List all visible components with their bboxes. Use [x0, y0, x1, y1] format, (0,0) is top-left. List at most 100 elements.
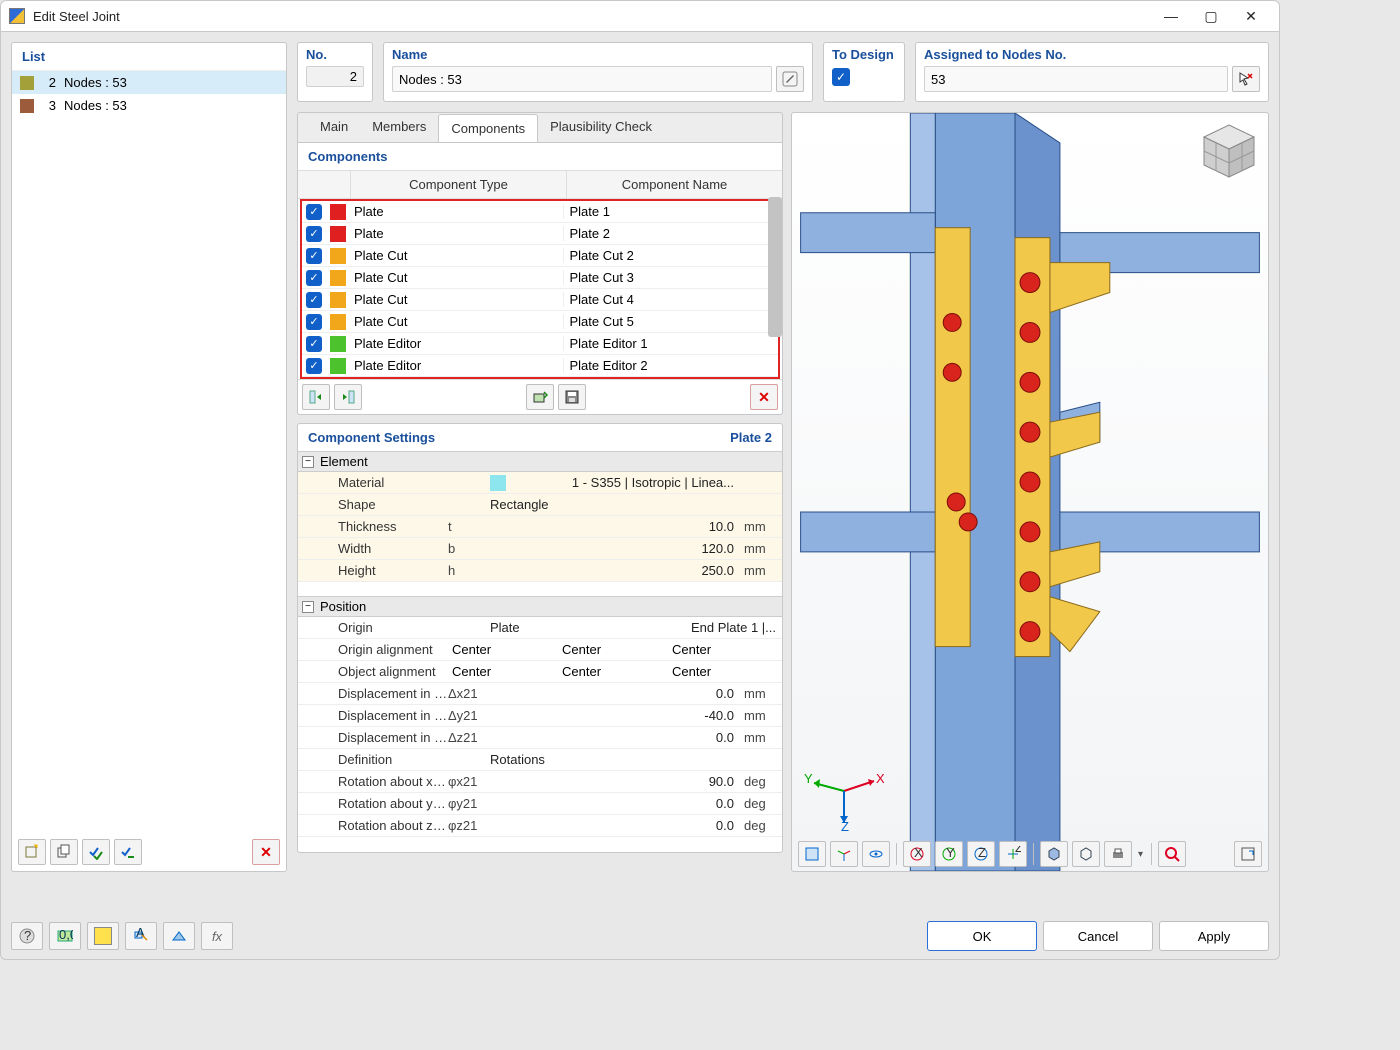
svg-text:?: ?	[24, 928, 31, 943]
prop-origin[interactable]: OriginPlateEnd Plate 1 |...	[298, 617, 782, 639]
list-item[interactable]: 2 Nodes : 53	[12, 71, 286, 94]
apply-button[interactable]: Apply	[1159, 921, 1269, 951]
collapse-icon[interactable]: −	[302, 601, 314, 613]
assigned-nodes-input[interactable]	[924, 66, 1228, 92]
components-rows: ✓PlatePlate 1 ✓PlatePlate 2 ✓Plate CutPl…	[300, 199, 780, 379]
table-row[interactable]: ✓PlatePlate 1	[302, 201, 778, 223]
table-row[interactable]: ✓Plate CutPlate Cut 4	[302, 289, 778, 311]
prop-object-alignment[interactable]: Object alignmentCenterCenterCenter	[298, 661, 782, 683]
color-button[interactable]	[87, 922, 119, 950]
view-iso-button[interactable]: Z	[999, 841, 1027, 867]
reset-view-button[interactable]	[1158, 841, 1186, 867]
help-button[interactable]: ?	[11, 922, 43, 950]
check-all-button[interactable]	[82, 839, 110, 865]
collapse-icon[interactable]: −	[302, 456, 314, 468]
tab-members[interactable]: Members	[360, 113, 438, 142]
preview-scene	[792, 113, 1268, 871]
prop-dy[interactable]: Displacement in y21-a...Δy21-40.0mm	[298, 705, 782, 727]
row-checkbox[interactable]: ✓	[302, 226, 326, 242]
prop-rx[interactable]: Rotation about x21-a...φx2190.0deg	[298, 771, 782, 793]
table-row[interactable]: ✓Plate CutPlate Cut 2	[302, 245, 778, 267]
show-model-button[interactable]	[798, 841, 826, 867]
copy-item-button[interactable]	[50, 839, 78, 865]
move-up-button[interactable]	[302, 384, 330, 410]
save-button[interactable]	[558, 384, 586, 410]
prop-shape[interactable]: ShapeRectangle	[298, 494, 782, 516]
annotation-button[interactable]: A	[125, 922, 157, 950]
prop-dz[interactable]: Displacement in z21-a...Δz210.0mm	[298, 727, 782, 749]
components-panel: Components Component Type Component Name…	[297, 142, 783, 415]
components-scrollbar[interactable]	[768, 197, 782, 337]
edit-name-button[interactable]	[776, 66, 804, 92]
import-button[interactable]	[526, 384, 554, 410]
units-button[interactable]: 0,00	[49, 922, 81, 950]
header-fields: No. 2 Name To Design ✓ Assigned to Nodes…	[297, 42, 1269, 102]
axes-icon: X Y Z	[804, 761, 884, 831]
prop-dx[interactable]: Displacement in x21-a...Δx210.0mm	[298, 683, 782, 705]
tab-components[interactable]: Components	[438, 114, 538, 143]
table-row[interactable]: ✓Plate CutPlate Cut 5	[302, 311, 778, 333]
to-design-checkbox[interactable]: ✓	[832, 68, 850, 86]
prop-height[interactable]: Heighth250.0mm	[298, 560, 782, 582]
row-checkbox[interactable]: ✓	[302, 336, 326, 352]
to-design-field: To Design ✓	[823, 42, 905, 102]
name-input[interactable]	[392, 66, 772, 92]
tab-main[interactable]: Main	[308, 113, 360, 142]
move-down-button[interactable]	[334, 384, 362, 410]
no-label: No.	[306, 47, 364, 62]
show-axes-button[interactable]	[830, 841, 858, 867]
prop-ry[interactable]: Rotation about y21-a...φy210.0deg	[298, 793, 782, 815]
svg-text:A: A	[136, 928, 145, 940]
table-row[interactable]: ✓Plate CutPlate Cut 3	[302, 267, 778, 289]
expand-preview-button[interactable]	[1234, 841, 1262, 867]
zoom-extents-button[interactable]	[862, 841, 890, 867]
prop-origin-alignment[interactable]: Origin alignmentCenterCenterCenter	[298, 639, 782, 661]
row-checkbox[interactable]: ✓	[302, 292, 326, 308]
ok-button[interactable]: OK	[927, 921, 1037, 951]
group-element[interactable]: −Element	[298, 451, 782, 472]
tab-plausibility[interactable]: Plausibility Check	[538, 113, 664, 142]
render-style-button[interactable]	[1040, 841, 1068, 867]
new-item-button[interactable]	[18, 839, 46, 865]
catalog-button[interactable]	[163, 922, 195, 950]
table-row[interactable]: ✓Plate EditorPlate Editor 2	[302, 355, 778, 377]
delete-item-button[interactable]: ✕	[252, 839, 280, 865]
prop-rz[interactable]: Rotation about z21-a...φz210.0deg	[298, 815, 782, 837]
view-z-button[interactable]: Z	[967, 841, 995, 867]
settings-title: Component Settings	[308, 430, 730, 445]
row-checkbox[interactable]: ✓	[302, 248, 326, 264]
view-y-button[interactable]: Y	[935, 841, 963, 867]
row-checkbox[interactable]: ✓	[302, 270, 326, 286]
minimize-button[interactable]: —	[1151, 4, 1191, 28]
prop-width[interactable]: Widthb120.0mm	[298, 538, 782, 560]
svg-text:Z: Z	[1015, 846, 1021, 855]
maximize-button[interactable]: ▢	[1191, 4, 1231, 28]
svg-text:Z: Z	[978, 846, 986, 860]
uncheck-all-button[interactable]	[114, 839, 142, 865]
pick-nodes-button[interactable]	[1232, 66, 1260, 92]
table-row[interactable]: ✓PlatePlate 2	[302, 223, 778, 245]
formula-button[interactable]: fx	[201, 922, 233, 950]
table-row[interactable]: ✓Plate EditorPlate Editor 1	[302, 333, 778, 355]
delete-component-button[interactable]: ✕	[750, 384, 778, 410]
print-button[interactable]	[1104, 841, 1132, 867]
row-checkbox[interactable]: ✓	[302, 314, 326, 330]
color-swatch-icon	[330, 226, 346, 242]
list-item-number: 3	[42, 98, 56, 113]
cancel-button[interactable]: Cancel	[1043, 921, 1153, 951]
dropdown-icon[interactable]: ▾	[1136, 849, 1145, 860]
list-panel: List 2 Nodes : 53 3 Nodes : 53 ✕	[11, 42, 287, 872]
preview-3d[interactable]: X Y Z X Y Z Z ▾	[791, 112, 1269, 872]
view-x-button[interactable]: X	[903, 841, 931, 867]
wireframe-button[interactable]	[1072, 841, 1100, 867]
view-cube-icon[interactable]	[1198, 121, 1260, 183]
row-checkbox[interactable]: ✓	[302, 358, 326, 374]
prop-definition[interactable]: DefinitionRotations	[298, 749, 782, 771]
col-name: Component Name	[566, 171, 782, 198]
close-button[interactable]: ✕	[1231, 4, 1271, 28]
group-position[interactable]: −Position	[298, 596, 782, 617]
list-item[interactable]: 3 Nodes : 53	[12, 94, 286, 117]
prop-thickness[interactable]: Thicknesst10.0mm	[298, 516, 782, 538]
row-checkbox[interactable]: ✓	[302, 204, 326, 220]
prop-material[interactable]: Material1 - S355 | Isotropic | Linea...	[298, 472, 782, 494]
